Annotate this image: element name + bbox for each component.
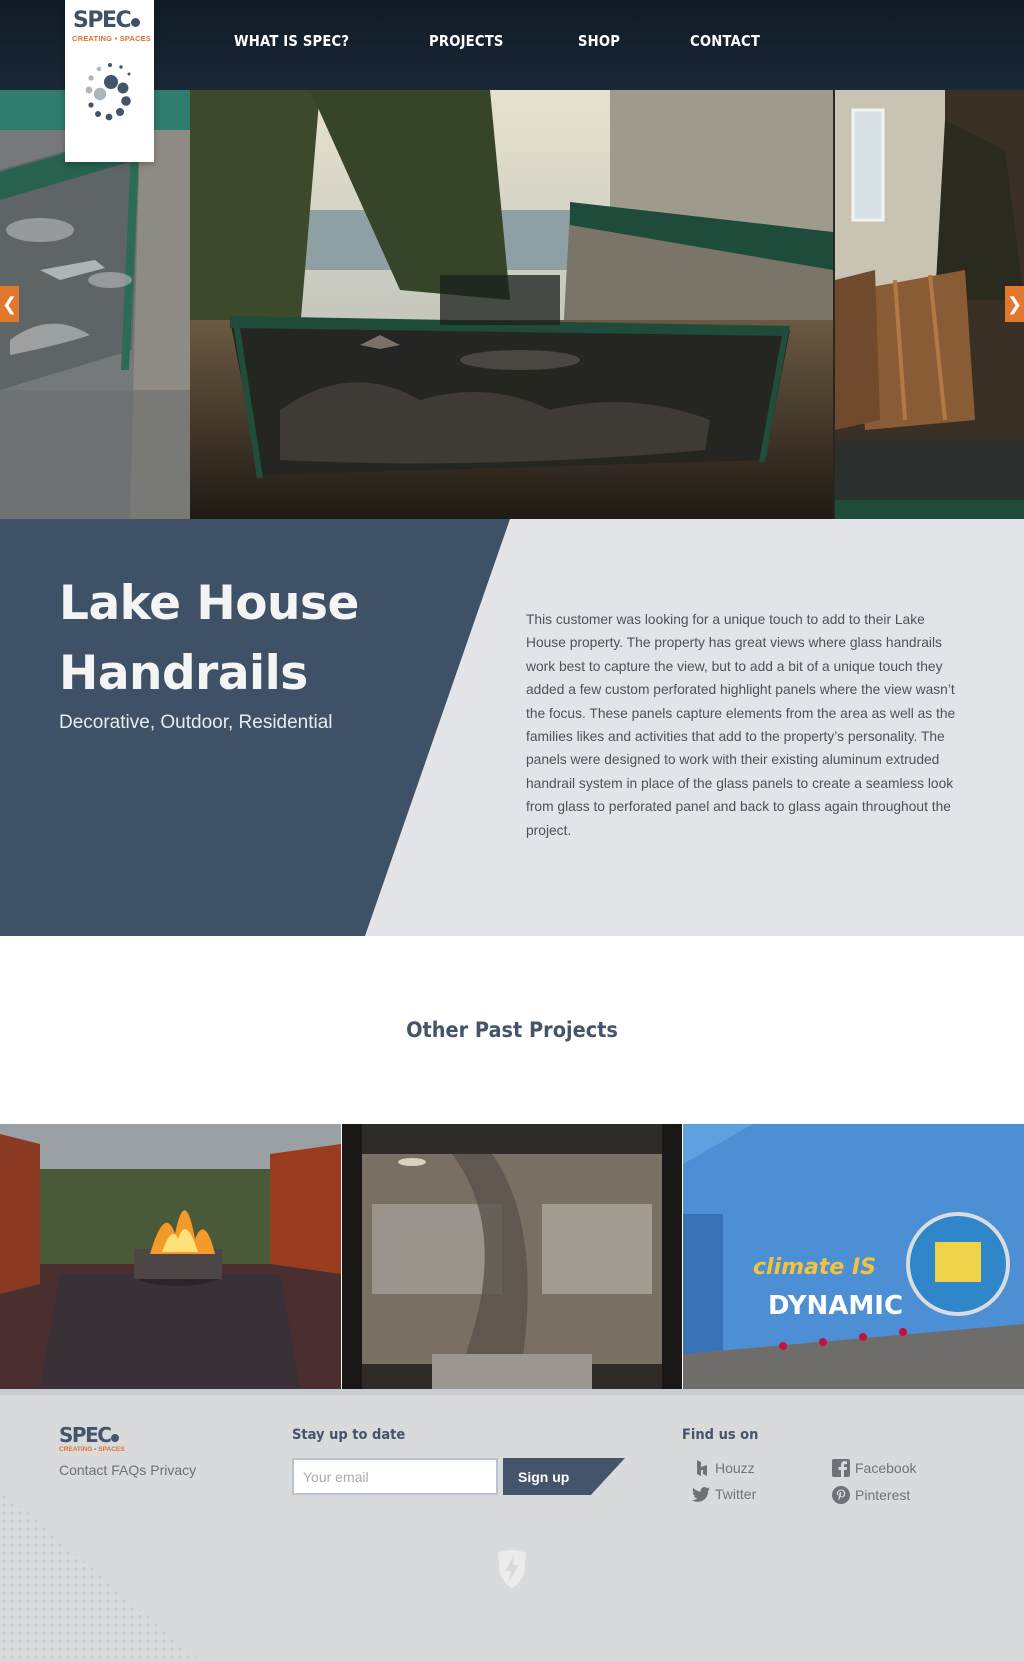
halftone-pattern [0,1489,200,1661]
carousel-slide-next[interactable] [835,90,1024,519]
social-link-pinterest[interactable]: Pinterest [832,1486,910,1504]
nav-link-contact[interactable]: CONTACT [690,32,760,50]
twitter-icon [692,1486,710,1502]
chevron-left-icon: ❮ [1,294,18,314]
nav-link-shop[interactable]: SHOP [578,32,620,50]
sign-text-climate: climate IS [753,1255,876,1280]
chevron-right-icon: ❯ [1006,294,1023,314]
spiral-dots-icon [85,63,131,121]
climate-sign-photo: climate IS DYNAMIC [683,1124,1024,1389]
fire-pit-photo [0,1124,341,1389]
project-title: Lake House Handrails [59,576,359,701]
social-link-twitter[interactable]: Twitter [692,1486,756,1502]
carousel-slide-current[interactable] [190,90,833,519]
houzz-icon [697,1460,707,1476]
project-tags: Decorative, Outdoor, Residential [59,712,333,733]
logo-tagline: CREATING • SPACES [72,34,152,43]
carousel-next-button[interactable]: ❯ [1005,286,1024,322]
facebook-icon [832,1459,850,1477]
past-project-office-partition[interactable] [341,1124,683,1389]
past-project-fire-pit[interactable] [0,1124,341,1389]
nav-link-projects[interactable]: PROJECTS [429,32,504,50]
past-projects-heading: Other Past Projects [406,1018,618,1042]
project-description: This customer was looking for a unique t… [526,612,956,838]
sign-text-dynamic: DYNAMIC [768,1291,903,1321]
past-project-climate-sign[interactable]: climate IS DYNAMIC [683,1124,1024,1389]
footer-link-contact[interactable]: Contact [59,1462,107,1478]
lake-house-handrail-photo [190,90,833,519]
carousel-prev-button[interactable]: ❮ [0,286,19,322]
shield-bolt-icon [498,1550,526,1588]
nav-link-what-is-spec[interactable]: WHAT IS SPEC? [234,32,349,50]
logo-wordmark: SPEC [73,8,141,33]
newsletter-heading: Stay up to date [292,1427,406,1443]
pinterest-icon [832,1486,850,1504]
social-link-facebook[interactable]: Facebook [832,1459,916,1477]
footer-logo-tagline: CREATING • SPACES [59,1446,125,1453]
site-footer: SPEC CREATING • SPACES Contact FAQs Priv… [0,1389,1024,1661]
past-projects-grid: climate IS DYNAMIC [0,1124,1024,1389]
social-link-houzz[interactable]: Houzz [694,1459,755,1477]
footer-link-privacy[interactable]: Privacy [150,1462,196,1478]
social-heading: Find us on [682,1427,759,1443]
footer-link-faqs[interactable]: FAQs [111,1462,146,1478]
main-nav: WHAT IS SPEC? PROJECTS SHOP CONTACT [234,32,833,50]
site-logo[interactable]: SPEC CREATING • SPACES [65,0,154,162]
email-input[interactable] [292,1458,498,1495]
footer-links: Contact FAQs Privacy [59,1462,200,1478]
footer-logo[interactable]: SPEC [59,1423,120,1447]
office-partition-photo [341,1124,683,1389]
next-slide-photo [835,90,1024,519]
project-info: Lake House Handrails Decorative, Outdoor… [0,519,1024,936]
